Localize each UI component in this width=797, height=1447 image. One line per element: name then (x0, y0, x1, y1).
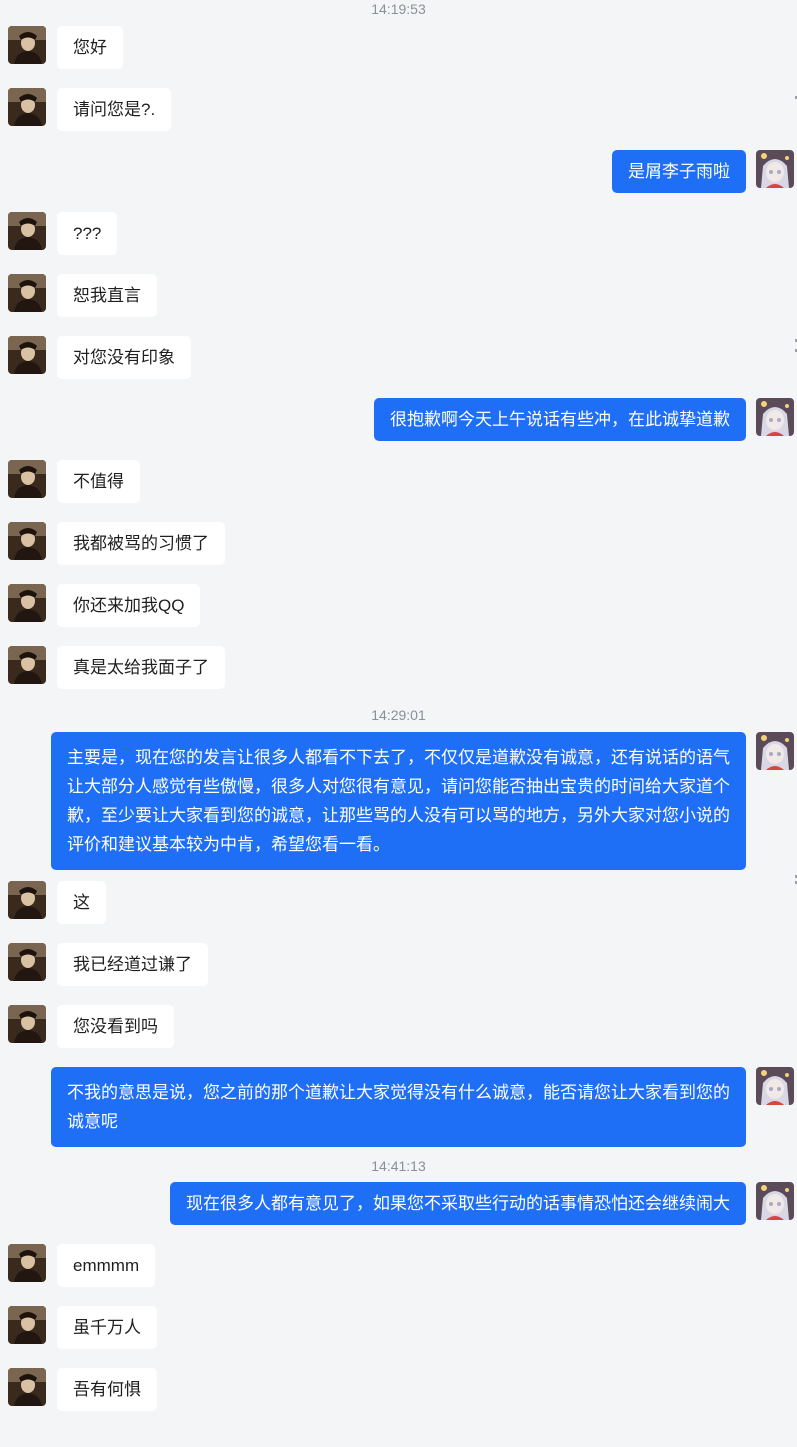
portrait-man-icon (8, 1005, 46, 1043)
contact-avatar[interactable] (8, 943, 46, 981)
self-avatar[interactable] (756, 1067, 794, 1105)
anime-girl-avatar-icon (756, 732, 794, 770)
portrait-man-icon (8, 646, 46, 684)
anime-girl-avatar-icon (756, 1182, 794, 1220)
message-bubble[interactable]: 不值得 (57, 460, 140, 503)
portrait-man-icon (8, 1244, 46, 1282)
message-bubble[interactable]: 恕我直言 (57, 274, 157, 317)
message-bubble[interactable]: 这 (57, 881, 106, 924)
contact-avatar[interactable] (8, 274, 46, 312)
message-bubble[interactable]: 对您没有印象 (57, 336, 191, 379)
contact-avatar[interactable] (8, 1005, 46, 1043)
message-bubble[interactable]: 是屑李子雨啦 (612, 150, 746, 193)
timestamp: 14:29:01 (371, 707, 426, 723)
message-bubble[interactable]: 请问您是?. (57, 88, 172, 131)
portrait-man-icon (8, 460, 46, 498)
message-bubble[interactable]: 吾有何惧 (57, 1368, 157, 1411)
contact-avatar[interactable] (8, 1244, 46, 1282)
contact-avatar[interactable] (8, 584, 46, 622)
message-bubble[interactable]: emmmm (57, 1244, 156, 1287)
contact-avatar[interactable] (8, 522, 46, 560)
portrait-man-icon (8, 336, 46, 374)
message-bubble[interactable]: 虽千万人 (57, 1306, 157, 1349)
message-bubble[interactable]: 您没看到吗 (57, 1005, 174, 1048)
self-avatar[interactable] (756, 398, 794, 436)
contact-avatar[interactable] (8, 460, 46, 498)
message-bubble[interactable]: 不我的意思是说，您之前的那个道歉让大家觉得没有什么诚意，能否请您让大家看到您的诚… (51, 1067, 746, 1147)
contact-avatar[interactable] (8, 881, 46, 919)
contact-avatar[interactable] (8, 88, 46, 126)
contact-avatar[interactable] (8, 1306, 46, 1344)
contact-avatar[interactable] (8, 1368, 46, 1406)
message-bubble[interactable]: 很抱歉啊今天上午说话有些冲，在此诚挚道歉 (374, 398, 746, 441)
portrait-man-icon (8, 522, 46, 560)
anime-girl-avatar-icon (756, 1067, 794, 1105)
self-avatar[interactable] (756, 732, 794, 770)
portrait-man-icon (8, 88, 46, 126)
message-bubble[interactable]: 现在很多人都有意见了，如果您不采取些行动的话事情恐怕还会继续闹大 (170, 1182, 746, 1225)
contact-avatar[interactable] (8, 212, 46, 250)
message-bubble[interactable]: 我都被骂的习惯了 (57, 522, 225, 565)
contact-avatar[interactable] (8, 26, 46, 64)
message-bubble[interactable]: 我已经道过谦了 (57, 943, 208, 986)
portrait-man-icon (8, 274, 46, 312)
portrait-man-icon (8, 584, 46, 622)
timestamp: 14:19:53 (371, 1, 426, 17)
portrait-man-icon (8, 1306, 46, 1344)
chat-message-list[interactable]: 14:19:53 您好 请问您是?. 是屑李子雨啦 ??? 恕我直言 对您没有印… (0, 0, 797, 1447)
portrait-man-icon (8, 1368, 46, 1406)
message-bubble[interactable]: 您好 (57, 26, 123, 69)
message-bubble[interactable]: 真是太给我面子了 (57, 646, 225, 689)
message-bubble[interactable]: 你还来加我QQ (57, 584, 201, 627)
contact-avatar[interactable] (8, 646, 46, 684)
portrait-man-icon (8, 881, 46, 919)
self-avatar[interactable] (756, 1182, 794, 1220)
message-bubble[interactable]: ??? (57, 212, 118, 255)
portrait-man-icon (8, 212, 46, 250)
anime-girl-avatar-icon (756, 150, 794, 188)
contact-avatar[interactable] (8, 336, 46, 374)
message-bubble[interactable]: 主要是，现在您的发言让很多人都看不下去了，不仅仅是道歉没有诚意，还有说话的语气让… (51, 732, 746, 870)
portrait-man-icon (8, 943, 46, 981)
timestamp: 14:41:13 (371, 1158, 426, 1174)
anime-girl-avatar-icon (756, 398, 794, 436)
self-avatar[interactable] (756, 150, 794, 188)
portrait-man-icon (8, 26, 46, 64)
